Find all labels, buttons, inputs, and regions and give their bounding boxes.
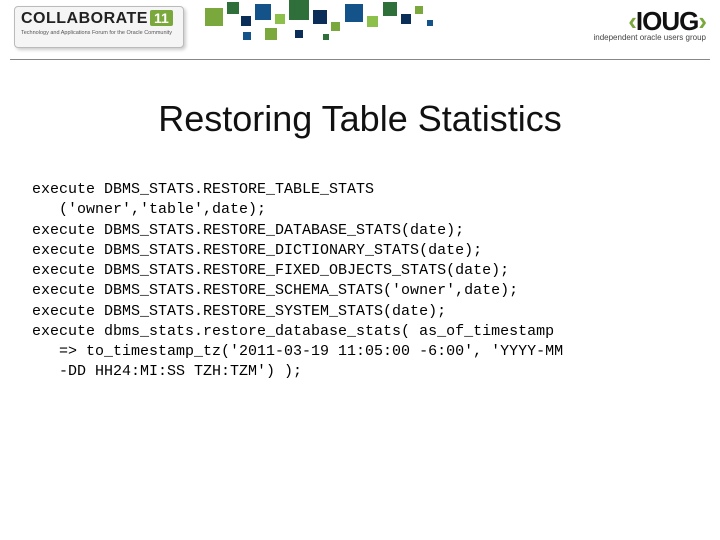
code-block: execute DBMS_STATS.RESTORE_TABLE_STATS (… (32, 180, 720, 383)
angle-left-icon: ‹ (628, 6, 636, 36)
collaborate-title-row: COLLABORATE11 (21, 10, 177, 28)
collaborate-subtitle: Technology and Applications Forum for th… (21, 30, 177, 36)
code-line: execute DBMS_STATS.RESTORE_FIXED_OBJECTS… (32, 262, 509, 279)
slide-header: COLLABORATE11 Technology and Application… (10, 0, 710, 60)
code-line: -DD HH24:MI:SS TZH:TZM') ); (32, 363, 302, 380)
code-line: execute DBMS_STATS.RESTORE_DATABASE_STAT… (32, 222, 464, 239)
collaborate-badge: COLLABORATE11 Technology and Application… (14, 6, 184, 48)
code-line: execute DBMS_STATS.RESTORE_SCHEMA_STATS(… (32, 282, 518, 299)
code-line: execute dbms_stats.restore_database_stat… (32, 323, 554, 340)
collaborate-year: 11 (150, 10, 173, 26)
code-line: execute DBMS_STATS.RESTORE_TABLE_STATS (32, 181, 374, 198)
ioug-subtitle: independent oracle users group (593, 33, 706, 42)
code-line: execute DBMS_STATS.RESTORE_SYSTEM_STATS(… (32, 303, 446, 320)
code-line: execute DBMS_STATS.RESTORE_DICTIONARY_ST… (32, 242, 482, 259)
code-line: => to_timestamp_tz('2011-03-19 11:05:00 … (32, 343, 563, 360)
collaborate-title: COLLABORATE (21, 10, 148, 27)
angle-right-icon: › (698, 6, 706, 36)
ioug-logo: ‹IOUG› independent oracle users group (593, 6, 706, 42)
pixel-decoration (195, 0, 455, 55)
page-title: Restoring Table Statistics (0, 98, 720, 140)
ioug-text: IOUG (636, 6, 698, 36)
code-line: ('owner','table',date); (32, 201, 266, 218)
